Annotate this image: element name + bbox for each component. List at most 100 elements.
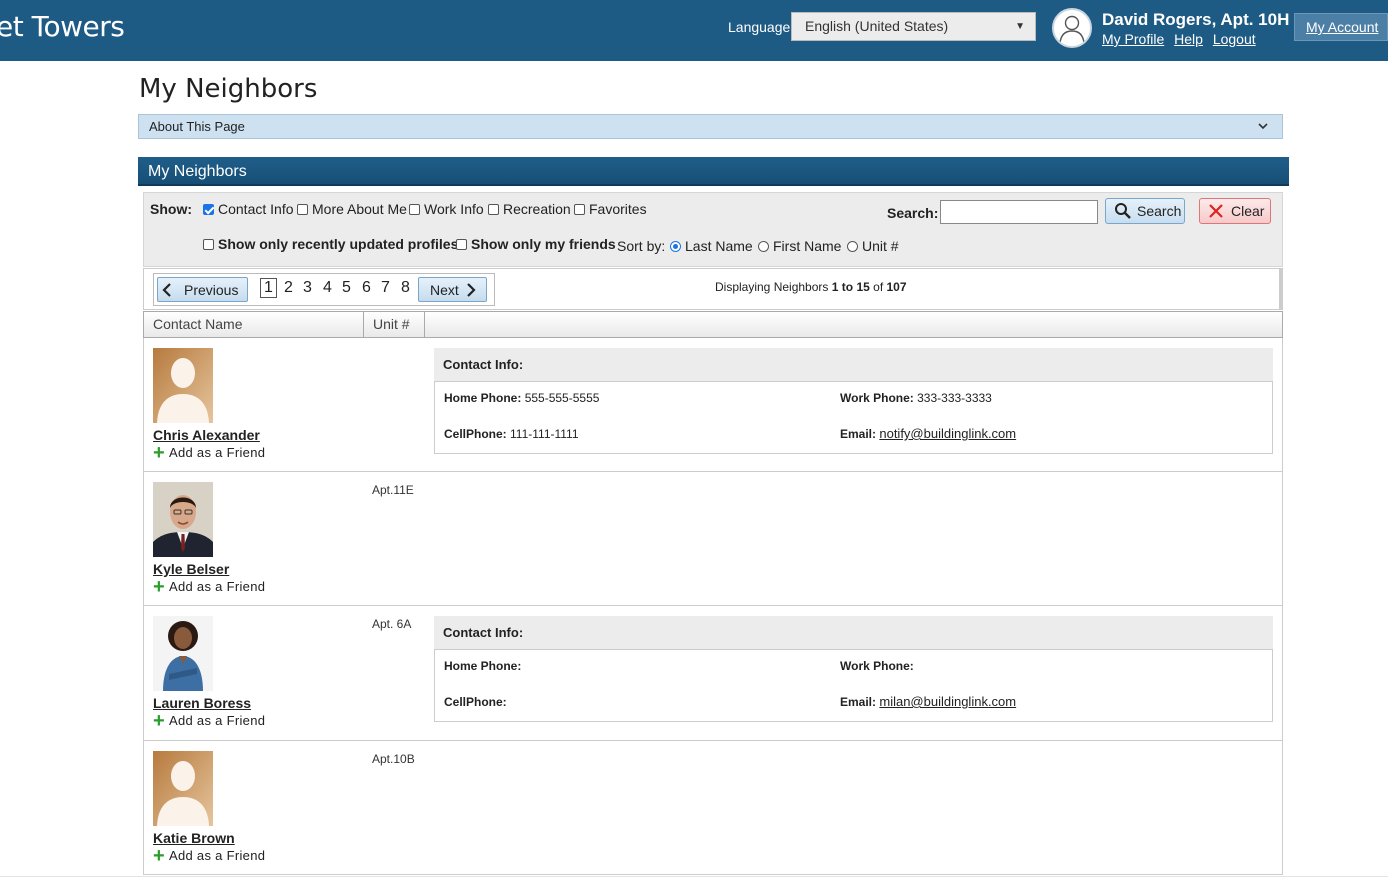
email-link[interactable]: milan@buildinglink.com [879,694,1016,709]
search-label: Search: [887,205,939,221]
language-value: English (United States) [805,18,949,34]
checkbox-icon [203,238,214,250]
cell-phone: CellPhone: 111-111-1111 [444,427,579,441]
email-link[interactable]: notify@buildinglink.com [879,426,1016,441]
search-button[interactable]: Search [1105,198,1185,224]
checkbox-checked-icon [203,203,214,215]
filter-panel: Show: Contact Info More About Me Work In… [143,192,1283,267]
table-row: Apt.11E Kyle Belser + Add as a Friend [143,472,1283,606]
show-label: Show: [150,201,192,217]
sort-first-name-radio[interactable]: First Name [758,238,841,254]
page-6[interactable]: 6 [362,279,371,297]
add-friend-label: Add as a Friend [168,445,266,460]
about-label: About This Page [149,119,245,134]
show-recreation-checkbox[interactable]: Recreation [488,201,571,217]
checkbox-label: Show only recently updated profiles [218,236,459,252]
pager: Previous 1 2 3 4 5 6 7 8 Next [153,273,495,306]
radio-label: First Name [773,238,842,254]
add-friend-button[interactable]: + Add as a Friend [153,443,266,463]
work-phone: Work Phone: [840,659,914,673]
checkbox-label: Contact Info [218,201,294,217]
page-8[interactable]: 8 [401,279,410,297]
checkbox-icon [456,238,467,250]
cell-phone-value: 111-111-1111 [510,427,579,441]
neighbor-name-link[interactable]: Chris Alexander [153,427,260,443]
search-input[interactable] [940,200,1098,224]
checkbox-label: Recreation [503,201,571,217]
show-more-about-me-checkbox[interactable]: More About Me [297,201,407,217]
display-to: 15 [856,280,870,294]
add-friend-button[interactable]: + Add as a Friend [153,575,266,598]
page-1[interactable]: 1 [260,278,277,298]
plus-icon: + [153,575,165,598]
neighbor-name-link[interactable]: Kyle Belser [153,561,229,577]
radio-label: Unit # [862,238,899,254]
contact-info-panel: Contact Info: Home Phone: Work Phone: Ce… [434,616,1273,722]
column-contact-name[interactable]: Contact Name [144,312,364,337]
about-this-page-toggle[interactable]: About This Page [138,114,1283,139]
show-contact-info-checkbox[interactable]: Contact Info [203,201,294,217]
only-friends-checkbox[interactable]: Show only my friends [456,236,616,252]
top-header: et Towers Language: English (United Stat… [0,0,1388,61]
previous-button[interactable]: Previous [157,277,248,302]
checkbox-icon [297,203,308,215]
radio-icon [847,240,858,252]
chevron-down-icon: ▼ [1015,21,1025,32]
work-phone-label: Work Phone: [840,391,914,405]
clear-button[interactable]: Clear [1199,198,1271,224]
radio-selected-icon [670,240,681,252]
email-label: Email: [840,695,877,709]
neighbor-name-link[interactable]: Lauren Boress [153,695,251,711]
cell-phone-label: CellPhone: [444,695,507,709]
work-phone: Work Phone: 333-333-3333 [840,391,992,405]
user-name: David Rogers, Apt. 10H [1102,10,1290,29]
radio-icon [758,240,769,252]
show-work-info-checkbox[interactable]: Work Info [409,201,484,217]
page-2[interactable]: 2 [284,279,293,297]
page-4[interactable]: 4 [323,279,332,297]
next-button[interactable]: Next [418,277,487,302]
section-title: My Neighbors [138,157,1289,186]
my-profile-link[interactable]: My Profile [1102,31,1164,47]
recently-updated-checkbox[interactable]: Show only recently updated profiles [203,236,458,252]
column-unit[interactable]: Unit # [364,312,425,337]
display-to-word: to [841,280,854,294]
add-friend-button[interactable]: + Add as a Friend [153,846,266,866]
help-link[interactable]: Help [1174,31,1203,47]
status-strip [0,876,1388,888]
language-select[interactable]: English (United States) ▼ [791,12,1036,41]
neighbor-name-link[interactable]: Katie Brown [153,830,235,846]
email-label: Email: [840,427,877,441]
sort-unit-radio[interactable]: Unit # [847,238,899,254]
logout-link[interactable]: Logout [1213,31,1256,47]
profile-photo[interactable] [153,616,213,691]
page-title: My Neighbors [139,74,318,104]
add-friend-label: Add as a Friend [168,579,266,594]
show-favorites-checkbox[interactable]: Favorites [574,201,647,217]
sort-last-name-radio[interactable]: Last Name [670,238,753,254]
unit-number: Apt.10B [372,752,415,766]
page-3[interactable]: 3 [303,279,312,297]
checkbox-label: More About Me [312,201,407,217]
my-account-button[interactable]: My Account [1294,13,1388,41]
cell-phone: CellPhone: [444,695,507,709]
add-friend-label: Add as a Friend [168,848,266,863]
chevron-left-icon [162,282,171,297]
checkbox-icon [488,203,499,215]
profile-photo[interactable] [153,751,213,826]
unit-number: Apt.11E [372,483,414,497]
home-phone: Home Phone: 555-555-5555 [444,391,599,405]
checkbox-label: Work Info [424,201,484,217]
brand-title[interactable]: et Towers [0,10,125,43]
language-label: Language: [728,19,795,35]
cell-phone-label: CellPhone: [444,427,507,441]
page-7[interactable]: 7 [381,279,390,297]
work-phone-value: 333-333-3333 [917,391,992,405]
add-friend-button[interactable]: + Add as a Friend [153,711,265,731]
profile-photo[interactable] [153,348,213,423]
profile-photo[interactable] [153,482,213,557]
user-avatar-icon[interactable] [1052,8,1092,48]
chevron-down-icon [1258,123,1268,130]
contact-info-title: Contact Info: [434,348,1273,381]
page-5[interactable]: 5 [342,279,351,297]
